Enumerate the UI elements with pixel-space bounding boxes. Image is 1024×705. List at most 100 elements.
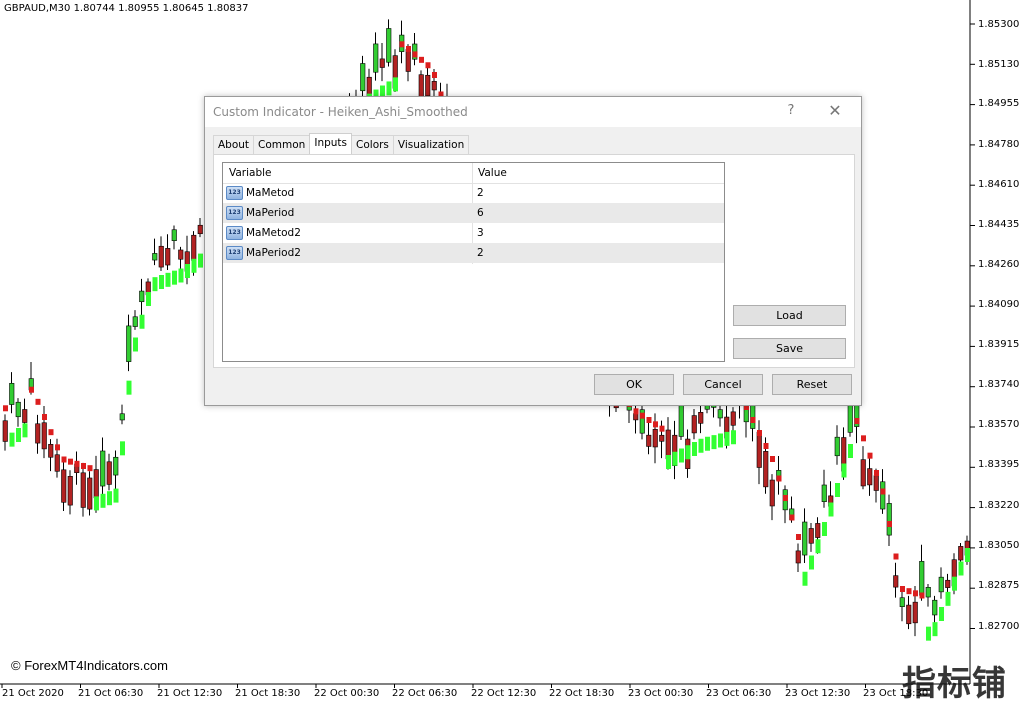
ha-smoothed-bar	[35, 398, 41, 405]
tab-about[interactable]: About	[213, 135, 255, 154]
candle-body	[67, 476, 73, 506]
tab-visualization[interactable]: Visualization	[392, 135, 470, 154]
candle-body	[821, 484, 827, 502]
variable-name: MaPeriod2	[246, 247, 301, 259]
variable-value[interactable]: 3	[477, 227, 484, 239]
ha-smoothed-bar	[146, 292, 151, 306]
ha-smoothed-bar	[659, 425, 665, 432]
candle-body	[139, 290, 145, 303]
candle-body	[178, 249, 184, 260]
ha-smoothed-bar	[783, 495, 788, 501]
variable-value[interactable]: 2	[477, 187, 484, 199]
ha-smoothed-bar	[763, 443, 769, 449]
candle-body	[886, 503, 892, 536]
candle-body	[15, 401, 21, 418]
candle-body	[958, 546, 964, 561]
candle-body	[158, 245, 164, 268]
save-button[interactable]: Save	[733, 338, 846, 359]
candle-body	[659, 434, 665, 442]
candle-body	[41, 422, 47, 450]
variable-value[interactable]: 6	[477, 207, 484, 219]
ha-smoothed-bar	[698, 438, 704, 453]
candle-body	[633, 413, 639, 421]
candle-body	[87, 477, 93, 510]
integer-type-icon: 123	[226, 226, 243, 240]
ok-button[interactable]: OK	[594, 374, 674, 395]
candle-body	[756, 431, 762, 468]
tab-inputs[interactable]: Inputs	[309, 133, 353, 154]
column-header-variable[interactable]: Variable	[229, 167, 272, 179]
cancel-button[interactable]: Cancel	[683, 374, 763, 395]
candle-body	[360, 63, 366, 92]
ha-smoothed-bar	[412, 51, 418, 58]
candle-body	[132, 316, 138, 327]
table-row[interactable]: 123 MaMetod 2	[223, 183, 724, 203]
ha-smoothed-bar	[48, 429, 54, 436]
price-axis-label: 1.85300	[978, 19, 1020, 30]
ha-smoothed-bar	[965, 548, 970, 562]
ha-smoothed-bar	[835, 483, 840, 497]
load-button[interactable]: Load	[733, 305, 846, 326]
ha-smoothed-bar	[126, 380, 132, 395]
table-row[interactable]: 123 MaPeriod2 2	[223, 243, 724, 263]
ha-smoothed-bar	[822, 522, 827, 536]
ha-smoothed-bar	[178, 268, 184, 283]
candle-body	[808, 528, 814, 544]
candle-body	[22, 409, 28, 423]
candle-body	[80, 472, 86, 508]
candle-body	[763, 451, 769, 488]
candle-body	[646, 434, 652, 447]
price-axis-label: 1.84610	[978, 179, 1020, 190]
ha-smoothed-bar	[900, 586, 905, 592]
time-axis-label: 23 Oct 12:30	[785, 688, 851, 699]
close-icon[interactable]: ✕	[825, 101, 845, 120]
tab-colors[interactable]: Colors	[351, 135, 394, 154]
price-axis-label: 1.83915	[978, 339, 1020, 350]
ha-smoothed-bar	[87, 465, 93, 472]
ha-smoothed-bar	[406, 46, 411, 52]
candle-body	[386, 28, 392, 63]
ha-smoothed-bar	[887, 521, 892, 527]
candle-body	[405, 48, 411, 72]
time-axis-label: 23 Oct 06:30	[706, 688, 772, 699]
column-header-value[interactable]: Value	[478, 167, 507, 179]
dialog-titlebar[interactable]: Custom Indicator - Heiken_Ashi_Smoothed …	[205, 97, 861, 127]
ha-smoothed-bar	[165, 272, 171, 287]
price-axis-label: 1.83570	[978, 419, 1020, 430]
candle-body	[61, 469, 67, 503]
candle-body	[119, 413, 125, 421]
ha-smoothed-bar	[139, 314, 145, 329]
help-button[interactable]: ?	[781, 103, 801, 121]
table-row[interactable]: 123 MaPeriod 6	[223, 203, 724, 223]
candle-body	[867, 468, 873, 486]
ha-smoothed-bar	[425, 62, 431, 69]
ha-smoothed-bar	[828, 502, 834, 517]
candle-body	[425, 74, 431, 97]
ha-smoothed-bar	[646, 417, 652, 423]
ha-smoothed-bar	[854, 418, 860, 424]
candle-body	[912, 601, 918, 624]
ha-smoothed-bar	[191, 258, 197, 273]
candle-body	[113, 456, 119, 476]
price-axis-label: 1.83395	[978, 459, 1020, 470]
variable-value[interactable]: 2	[477, 247, 484, 259]
candle-body	[730, 411, 736, 426]
integer-type-icon: 123	[226, 206, 243, 220]
variable-name: MaMetod2	[246, 227, 301, 239]
table-row[interactable]: 123 MaMetod2 3	[223, 223, 724, 243]
candle-body	[165, 248, 171, 266]
variable-name: MaMetod	[246, 187, 295, 199]
ha-smoothed-bar	[906, 588, 912, 595]
tab-common[interactable]: Common	[253, 135, 311, 154]
candle-body	[652, 429, 658, 448]
reset-button[interactable]: Reset	[772, 374, 852, 395]
grid-header: Variable Value	[223, 163, 724, 184]
ha-smoothed-bar	[386, 81, 392, 96]
price-axis-label: 1.84090	[978, 299, 1020, 310]
ha-smoothed-bar	[880, 488, 886, 495]
candle-body	[938, 576, 944, 593]
ha-smoothed-bar	[113, 488, 119, 503]
candle-body	[152, 253, 158, 261]
ha-smoothed-bar	[419, 56, 424, 63]
ha-smoothed-bar	[393, 77, 398, 92]
